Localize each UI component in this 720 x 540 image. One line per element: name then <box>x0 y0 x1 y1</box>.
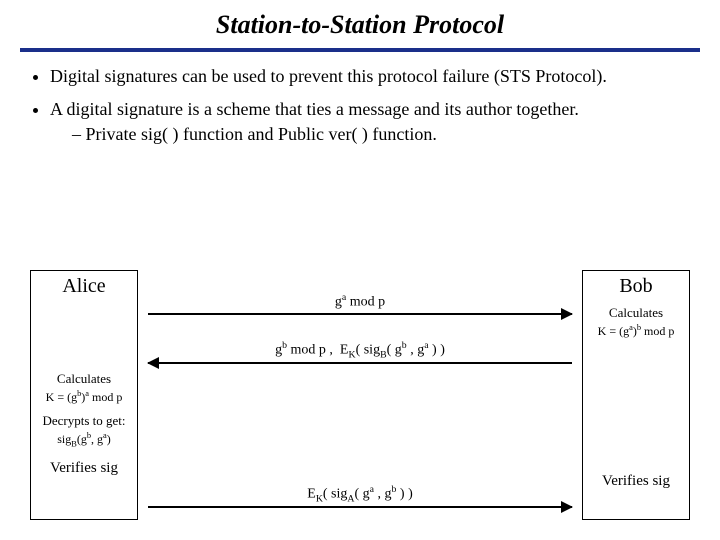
alice-decrypts-eq: sigB(gb, ga) <box>31 430 137 449</box>
alice-calc-eq: K = (gb)a mod p <box>31 388 137 406</box>
bullets-list: Digital signatures can be used to preven… <box>0 66 720 145</box>
page-title: Station-to-Station Protocol <box>216 10 504 39</box>
message-1: ga mod p <box>148 292 572 315</box>
bob-name: Bob <box>583 271 689 304</box>
arrow-right-icon <box>561 501 573 513</box>
arrow-right-icon <box>561 308 573 320</box>
bob-verify: Verifies sig <box>583 472 689 491</box>
bullet-1: Digital signatures can be used to preven… <box>50 66 690 87</box>
bullet-2: A digital signature is a scheme that tie… <box>50 99 690 145</box>
arrow-left-icon <box>147 357 159 369</box>
protocol-diagram: Alice Calculates K = (gb)a mod p Decrypt… <box>0 270 720 530</box>
message-2: gb mod p , EK( sigB( gb , ga ) ) <box>148 340 572 364</box>
bob-box: Bob Calculates K = (ga)b mod p Verifies … <box>582 270 690 520</box>
bob-calc-eq: K = (ga)b mod p <box>583 322 689 340</box>
bullet-1-text: Digital signatures can be used to preven… <box>50 66 607 86</box>
message-3-label: EK( sigA( ga , gb ) ) <box>148 484 572 504</box>
alice-verify: Verifies sig <box>31 459 137 478</box>
title-wrap: Station-to-Station Protocol <box>0 0 720 44</box>
bullet-2-text: A digital signature is a scheme that tie… <box>50 99 579 119</box>
title-rule <box>20 48 700 52</box>
message-3: EK( sigA( ga , gb ) ) <box>148 484 572 508</box>
message-1-label: ga mod p <box>148 292 572 311</box>
bullet-2-sub: – Private sig( ) function and Public ver… <box>72 124 690 145</box>
alice-box: Alice Calculates K = (gb)a mod p Decrypt… <box>30 270 138 520</box>
bob-calc-label: Calculates <box>583 304 689 322</box>
alice-calc-label: Calculates <box>31 370 137 388</box>
message-2-label: gb mod p , EK( sigB( gb , ga ) ) <box>148 340 572 360</box>
alice-name: Alice <box>31 271 137 304</box>
alice-decrypts-label: Decrypts to get: <box>31 412 137 430</box>
